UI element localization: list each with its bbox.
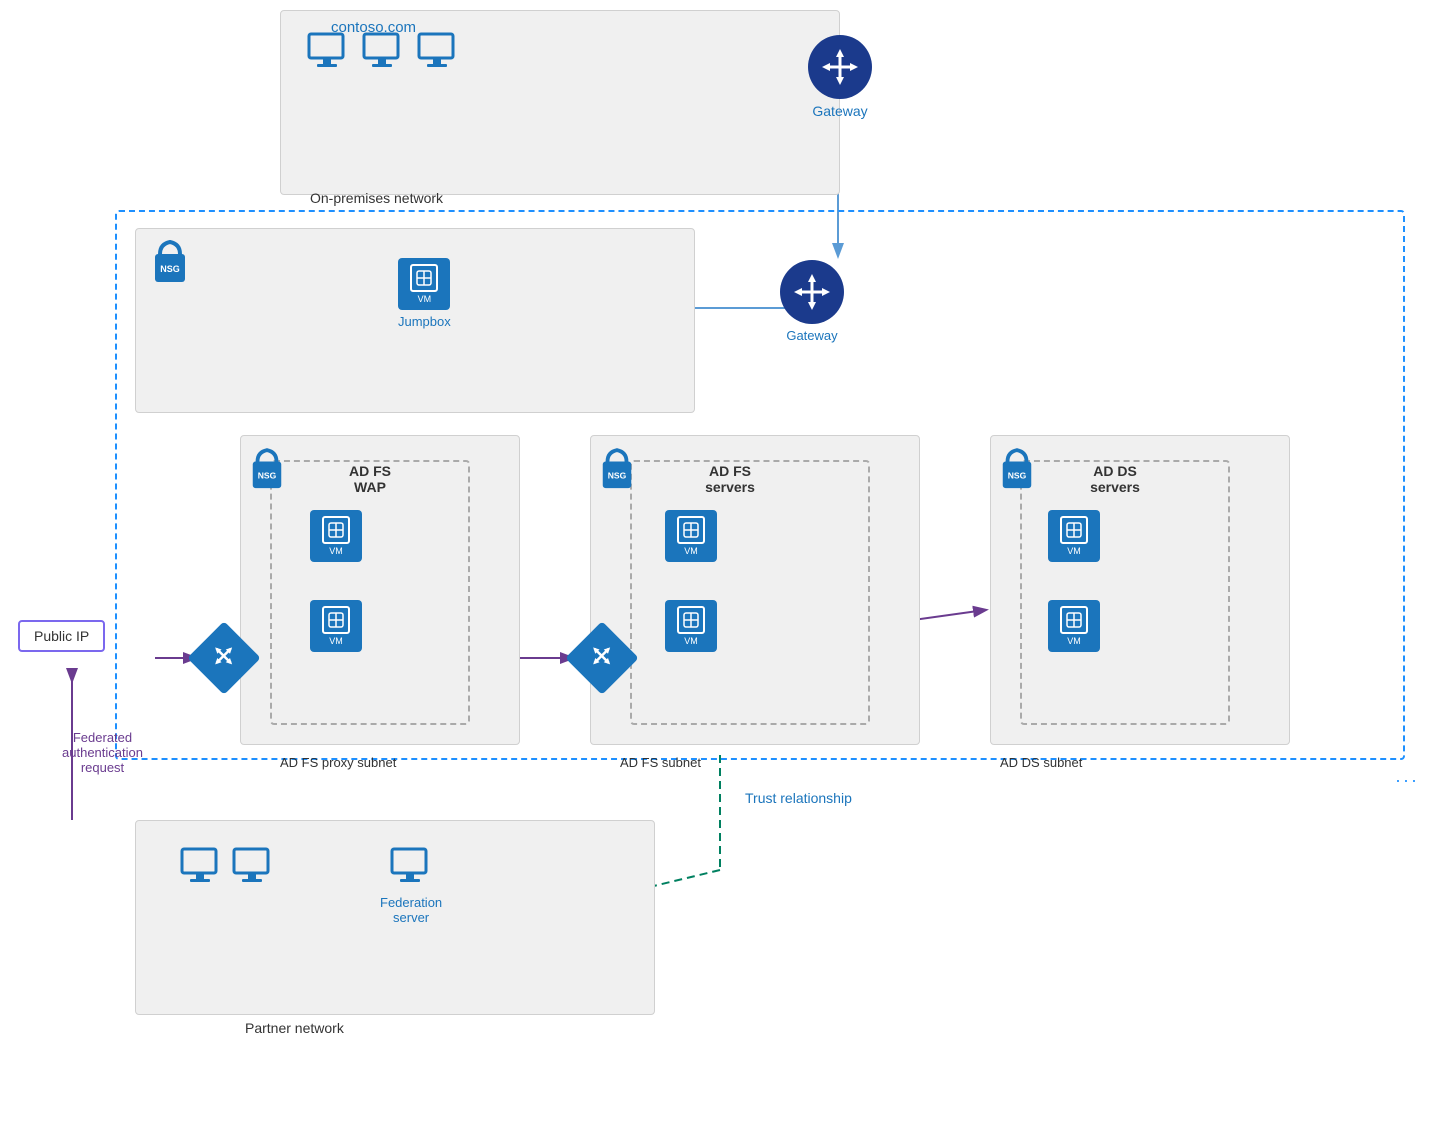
- adfs-dashed: [630, 460, 870, 725]
- adfs-vm1: VM: [665, 510, 717, 562]
- adfs-proxy-dashed: [270, 460, 470, 725]
- management-nsg: NSG: [150, 240, 190, 293]
- trust-relationship-label: Trust relationship: [745, 790, 852, 806]
- adfs-proxy-vm1: VM: [310, 510, 362, 562]
- gateway-azure-icon: Gateway: [780, 260, 844, 343]
- adfs-proxy-vm2: VM: [310, 600, 362, 652]
- lb2-icon: [576, 632, 628, 684]
- partner-label: Partner network: [245, 1020, 344, 1036]
- adfs-proxy-subnet-label: AD FS proxy subnet: [280, 755, 396, 770]
- adds-vm1: VM: [1048, 510, 1100, 562]
- onprem-monitor-1: [305, 30, 351, 76]
- svg-text:NSG: NSG: [160, 264, 180, 274]
- adds-subnet-label: AD DS subnet: [1000, 755, 1082, 770]
- gateway-onprem-icon: Gateway: [808, 35, 872, 119]
- gateway-azure-label: Gateway: [786, 328, 837, 343]
- partner-monitor-2: [230, 845, 276, 891]
- lb1-icon: [198, 632, 250, 684]
- svg-text:NSG: NSG: [1008, 471, 1027, 481]
- onprem-label: On-premises network: [310, 190, 443, 206]
- jumpbox-label: Jumpbox: [398, 314, 451, 329]
- azure-dots: ···: [1395, 770, 1419, 791]
- adfs-vm2: VM: [665, 600, 717, 652]
- svg-text:NSG: NSG: [608, 471, 627, 481]
- adfs-inner-label: AD FSservers: [660, 463, 800, 495]
- gateway-onprem-label: Gateway: [812, 103, 867, 119]
- adfs-subnet-label: AD FS subnet: [620, 755, 701, 770]
- onprem-monitor-2: [360, 30, 406, 76]
- adfs-nsg: NSG: [598, 448, 636, 499]
- partner-monitor-1: [178, 845, 224, 891]
- public-ip-box: Public IP: [18, 620, 105, 652]
- adds-vm2: VM: [1048, 600, 1100, 652]
- svg-text:NSG: NSG: [258, 471, 277, 481]
- federated-auth-label: Federatedauthenticationrequest: [25, 730, 180, 775]
- adfs-proxy-nsg: NSG: [248, 448, 286, 499]
- onprem-monitor-3: [415, 30, 461, 76]
- adds-inner-label: AD DSservers: [1045, 463, 1185, 495]
- federation-server-monitor: Federationserver: [380, 845, 442, 925]
- adds-dashed: [1020, 460, 1230, 725]
- adds-nsg: NSG: [998, 448, 1036, 499]
- diagram-container: contoso.com On-premises network Partner …: [0, 0, 1433, 1132]
- jumpbox-vm: VM Jumpbox: [398, 258, 451, 329]
- federation-server-label: Federationserver: [380, 895, 442, 925]
- adfs-proxy-inner-label: AD FSWAP: [310, 463, 430, 495]
- public-ip-label: Public IP: [34, 628, 89, 644]
